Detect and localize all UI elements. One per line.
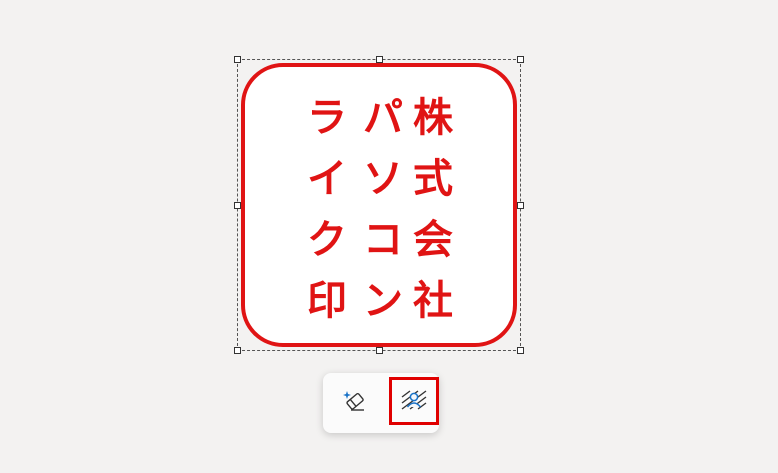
resize-handle-bottom-left[interactable] bbox=[234, 347, 241, 354]
resize-handle-right[interactable] bbox=[517, 202, 524, 209]
resize-handle-top-left[interactable] bbox=[234, 56, 241, 63]
canvas: 株 式 会 社 パ ソ コ ン ラ イ ク 印 bbox=[0, 0, 778, 473]
floating-toolbar bbox=[323, 373, 439, 433]
resize-handle-bottom-right[interactable] bbox=[517, 347, 524, 354]
magic-eraser-icon bbox=[342, 388, 368, 417]
resize-handle-bottom[interactable] bbox=[376, 347, 383, 354]
resize-handle-top-right[interactable] bbox=[517, 56, 524, 63]
remove-background-icon bbox=[399, 387, 429, 416]
selection-frame[interactable] bbox=[234, 56, 524, 354]
magic-eraser-button[interactable] bbox=[332, 379, 378, 425]
resize-handle-left[interactable] bbox=[234, 202, 241, 209]
resize-handle-top[interactable] bbox=[376, 56, 383, 63]
remove-background-button[interactable] bbox=[389, 377, 439, 425]
